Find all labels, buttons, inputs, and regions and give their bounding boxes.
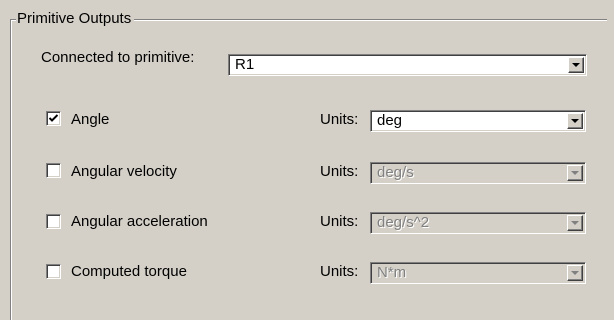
chevron-down-icon (571, 271, 579, 275)
angular-acceleration-units-label: Units: (320, 213, 359, 230)
chevron-down-icon (571, 221, 579, 225)
angular-acceleration-label: Angular acceleration (71, 213, 208, 230)
angular-acceleration-units-dropdown: deg/s^2 (370, 212, 586, 234)
angle-units-dropdown[interactable]: deg (370, 110, 586, 132)
angular-velocity-checkbox[interactable] (46, 163, 61, 178)
group-title: Primitive Outputs (16, 9, 135, 29)
angle-checkbox[interactable] (46, 111, 61, 126)
connected-to-primitive-label: Connected to primitive: (41, 49, 195, 66)
dropdown-button (567, 215, 583, 231)
computed-torque-label: Computed torque (71, 263, 187, 280)
dropdown-button (567, 265, 583, 281)
angular-velocity-units-dropdown: deg/s (370, 162, 586, 184)
angular-velocity-label: Angular velocity (71, 163, 177, 180)
chevron-down-icon (571, 171, 579, 175)
angle-units-value: deg (377, 112, 403, 129)
angle-units-label: Units: (320, 111, 359, 128)
computed-torque-units-label: Units: (320, 263, 359, 280)
chevron-down-icon (571, 119, 579, 123)
connected-primitive-value: R1 (235, 56, 255, 73)
chevron-down-icon (572, 63, 580, 67)
angular-velocity-units-value: deg/s (377, 164, 414, 181)
angular-velocity-units-label: Units: (320, 163, 359, 180)
dropdown-button (567, 165, 583, 181)
computed-torque-units-value: N*m (377, 264, 407, 281)
check-icon (49, 114, 58, 122)
computed-torque-units-dropdown: N*m (370, 262, 586, 284)
angular-acceleration-units-value: deg/s^2 (377, 214, 430, 231)
dropdown-button[interactable] (568, 57, 584, 73)
connected-primitive-dropdown[interactable]: R1 (228, 54, 587, 76)
computed-torque-checkbox[interactable] (46, 264, 61, 279)
angle-label: Angle (71, 111, 110, 128)
dropdown-button[interactable] (567, 113, 583, 129)
angular-acceleration-checkbox[interactable] (46, 214, 61, 229)
